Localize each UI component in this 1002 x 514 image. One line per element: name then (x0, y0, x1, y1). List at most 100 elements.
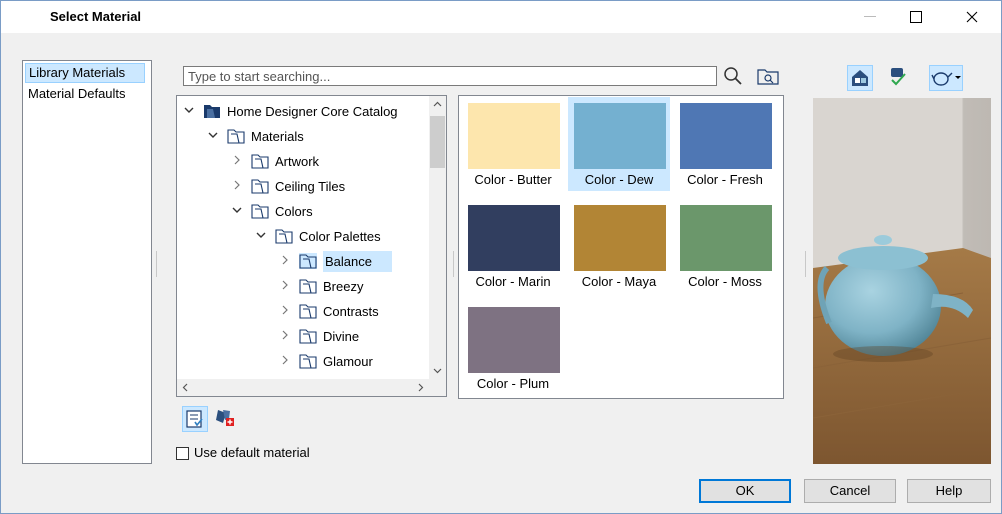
advanced-search-button[interactable] (756, 65, 780, 87)
maximize-button[interactable] (893, 1, 939, 33)
folder-icon (299, 328, 317, 344)
tree-item[interactable]: Home Designer Core Catalog (183, 100, 398, 122)
material-label: Color - Maya (581, 274, 657, 289)
folder-icon (227, 128, 245, 144)
select-material-dialog: Select Material Library Materials Materi… (0, 0, 1002, 514)
material-tile[interactable]: Color - Maya (568, 199, 670, 293)
chevron-right-icon[interactable] (279, 355, 291, 368)
material-label: Color - Dew (584, 172, 654, 187)
sidebar-item-library-materials[interactable]: Library Materials (25, 63, 145, 83)
catalog-tree: Home Designer Core Catalog Materials Artwo… (176, 95, 447, 397)
tree-item[interactable]: Artwork (231, 150, 319, 172)
material-tile[interactable]: Color - Fresh (674, 97, 776, 191)
close-icon (966, 11, 978, 23)
tree-item-label: Glamour (323, 353, 373, 369)
tree-item-label: Contrasts (323, 303, 379, 319)
preview-object-dropdown[interactable] (929, 65, 963, 91)
add-to-catalog-button[interactable] (213, 406, 237, 428)
tree-item[interactable]: Breezy (279, 275, 363, 297)
title-bar: Select Material (1, 1, 1001, 33)
material-swatch (574, 103, 666, 169)
folder-search-icon (757, 69, 779, 85)
tree-item[interactable]: Materials (207, 125, 304, 147)
splitter-handle[interactable] (452, 251, 456, 277)
scroll-down-icon (433, 368, 442, 374)
folder-icon (275, 228, 293, 244)
use-default-material-checkbox[interactable] (176, 447, 189, 460)
house-view-icon (852, 70, 868, 86)
use-default-material-label: Use default material (194, 445, 310, 460)
material-swatch (680, 103, 772, 169)
search-button[interactable] (721, 65, 745, 87)
material-label: Color - Plum (476, 376, 550, 391)
material-tile[interactable]: Color - Marin (462, 199, 564, 293)
scroll-left-icon (182, 383, 188, 392)
material-tile[interactable]: Color - Dew (568, 97, 670, 191)
folder-icon (299, 253, 317, 269)
minimize-button[interactable] (847, 1, 893, 33)
object-check-icon (891, 68, 906, 86)
tree-item[interactable]: Color Palettes (255, 225, 381, 247)
tree-scroll-thumb[interactable] (430, 116, 445, 168)
chevron-right-icon[interactable] (231, 155, 243, 168)
chevron-down-icon[interactable] (207, 130, 219, 142)
folder-icon (299, 353, 317, 369)
folder-icon (251, 203, 269, 219)
chevron-down-icon[interactable] (231, 205, 243, 217)
tree-item-label: Color Palettes (299, 228, 381, 244)
chevron-right-icon[interactable] (279, 280, 291, 293)
catalog-view-button[interactable] (182, 406, 208, 432)
sidebar-item-material-defaults[interactable]: Material Defaults (25, 84, 148, 104)
tree-item-label: Balance (323, 250, 392, 272)
tree-item[interactable]: Ceiling Tiles (231, 175, 345, 197)
scroll-corner (429, 379, 446, 396)
ok-button[interactable]: OK (699, 479, 791, 503)
splitter-handle[interactable] (804, 251, 808, 277)
folder-icon (251, 153, 269, 169)
material-label: Color - Butter (474, 172, 552, 187)
teapot-dropdown-icon (931, 72, 961, 86)
chevron-right-icon[interactable] (279, 305, 291, 318)
material-grid: Color - Butter Color - Dew Color - Fresh Co… (458, 95, 784, 399)
search-box (183, 66, 717, 86)
material-swatch (468, 205, 560, 271)
category-list: Library Materials Material Defaults (22, 60, 152, 464)
tree-vertical-scrollbar[interactable] (429, 96, 446, 379)
cancel-button[interactable]: Cancel (804, 479, 896, 503)
scroll-up-icon (433, 101, 442, 107)
chevron-down-icon[interactable] (183, 105, 195, 117)
chevron-right-icon[interactable] (279, 255, 291, 268)
tree-item[interactable]: Glamour (279, 350, 373, 372)
material-swatch (468, 307, 560, 373)
tree-item-label: Ceiling Tiles (275, 178, 346, 194)
tree-item-label: Home Designer Core Catalog (227, 103, 398, 119)
tree-item[interactable]: Divine (279, 325, 359, 347)
search-input[interactable] (188, 68, 708, 84)
catalog-icon (203, 103, 221, 119)
material-tile[interactable]: Color - Butter (462, 97, 564, 191)
preview-room-button[interactable] (847, 65, 873, 91)
help-button[interactable]: Help (907, 479, 991, 503)
tree-item-label: Divine (323, 328, 360, 344)
tree-item-label: Colors (275, 203, 313, 219)
folder-icon (299, 303, 317, 319)
tree-item[interactable]: Balance (279, 250, 392, 272)
material-label: Color - Moss (688, 274, 762, 289)
material-swatch (680, 205, 772, 271)
maximize-icon (910, 11, 922, 23)
chevron-right-icon[interactable] (231, 180, 243, 193)
tree-item-label: Artwork (275, 153, 320, 169)
tree-item-label: Breezy (323, 278, 364, 294)
close-button[interactable] (949, 1, 995, 33)
tree-item[interactable]: Colors (231, 200, 313, 222)
tree-item[interactable]: Contrasts (279, 300, 379, 322)
material-swatch (574, 205, 666, 271)
apply-material-button[interactable] (886, 65, 910, 87)
chevron-right-icon[interactable] (279, 330, 291, 343)
splitter-handle[interactable] (155, 251, 159, 277)
material-tile[interactable]: Color - Moss (674, 199, 776, 293)
chevron-down-icon[interactable] (255, 230, 267, 242)
material-tile[interactable]: Color - Plum (462, 301, 564, 395)
tree-horizontal-scrollbar[interactable] (177, 379, 429, 396)
minimize-icon (864, 16, 876, 17)
